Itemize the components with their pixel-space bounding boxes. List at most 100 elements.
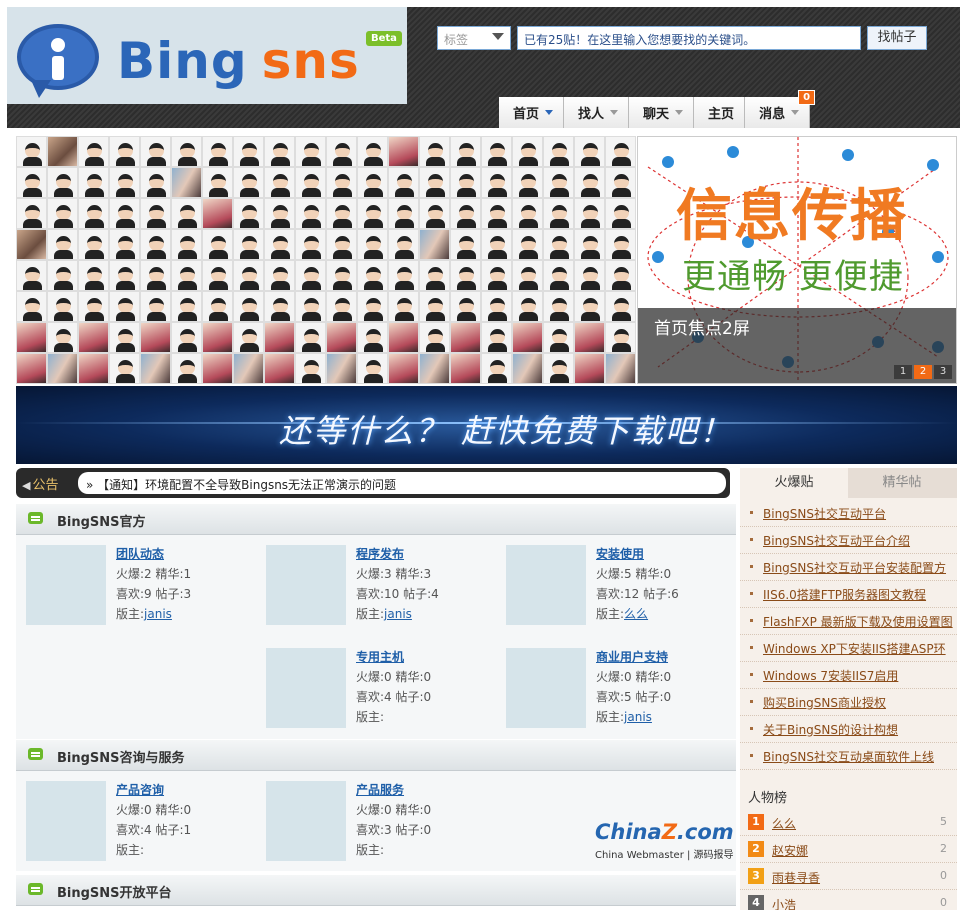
user-avatar[interactable] xyxy=(419,353,450,384)
user-avatar[interactable] xyxy=(326,260,357,291)
user-avatar[interactable] xyxy=(543,229,574,260)
user-avatar[interactable] xyxy=(109,167,140,198)
board[interactable]: 安装使用 火爆:5 精华:0 喜欢:12 帖子:6 版主:么么 xyxy=(496,535,726,625)
user-avatar[interactable] xyxy=(481,136,512,167)
user-avatar[interactable] xyxy=(543,167,574,198)
user-avatar[interactable] xyxy=(512,322,543,353)
user-avatar[interactable] xyxy=(574,167,605,198)
user-avatar[interactable] xyxy=(202,353,233,384)
user-avatar[interactable] xyxy=(605,136,636,167)
user-avatar[interactable] xyxy=(543,198,574,229)
user-avatar[interactable] xyxy=(264,322,295,353)
hot-post-link[interactable]: 购买BingSNS商业授权 xyxy=(763,694,886,711)
user-avatar[interactable] xyxy=(543,353,574,384)
user-avatar[interactable] xyxy=(171,353,202,384)
user-avatar[interactable] xyxy=(512,229,543,260)
hot-post-item[interactable]: 购买BingSNS商业授权 xyxy=(740,689,957,716)
user-avatar[interactable] xyxy=(47,260,78,291)
person-link[interactable]: 么么 xyxy=(772,815,796,832)
user-avatar[interactable] xyxy=(140,136,171,167)
user-avatar[interactable] xyxy=(450,291,481,322)
person-link[interactable]: 赵安娜 xyxy=(772,842,808,859)
user-avatar[interactable] xyxy=(357,136,388,167)
board-name[interactable]: 专用主机 xyxy=(356,648,404,665)
user-avatar[interactable] xyxy=(574,353,605,384)
board-name[interactable]: 团队动态 xyxy=(116,545,164,562)
user-avatar[interactable] xyxy=(357,291,388,322)
search-button[interactable]: 找帖子 xyxy=(867,26,927,50)
people-rank-item[interactable]: 4 小浩 0 xyxy=(740,890,957,910)
user-avatar[interactable] xyxy=(140,260,171,291)
user-avatar[interactable] xyxy=(512,198,543,229)
hot-post-item[interactable]: FlashFXP 最新版下载及使用设置图 xyxy=(740,608,957,635)
pager-2[interactable]: 2 xyxy=(914,365,932,379)
user-avatar[interactable] xyxy=(171,229,202,260)
user-avatar[interactable] xyxy=(233,136,264,167)
board-thumbnail[interactable] xyxy=(506,648,586,728)
hot-post-link[interactable]: BingSNS社交互动平台安装配置方 xyxy=(763,559,946,576)
user-avatar[interactable] xyxy=(202,229,233,260)
user-avatar[interactable] xyxy=(419,260,450,291)
pager-1[interactable]: 1 xyxy=(894,365,912,379)
user-avatar[interactable] xyxy=(605,353,636,384)
user-avatar[interactable] xyxy=(78,260,109,291)
user-avatar[interactable] xyxy=(78,322,109,353)
hot-post-link[interactable]: FlashFXP 最新版下载及使用设置图 xyxy=(763,613,953,630)
user-avatar[interactable] xyxy=(295,167,326,198)
user-avatar[interactable] xyxy=(295,291,326,322)
user-avatar[interactable] xyxy=(326,229,357,260)
user-avatar[interactable] xyxy=(16,322,47,353)
user-avatar[interactable] xyxy=(264,198,295,229)
board[interactable]: 产品服务 火爆:0 精华:0 喜欢:3 帖子:0 版主: xyxy=(256,771,486,861)
user-avatar[interactable] xyxy=(450,167,481,198)
user-avatar[interactable] xyxy=(78,229,109,260)
user-avatar[interactable] xyxy=(357,260,388,291)
board[interactable]: 程序发布 火爆:3 精华:3 喜欢:10 帖子:4 版主:janis xyxy=(256,535,486,625)
user-avatar[interactable] xyxy=(171,260,202,291)
user-avatar[interactable] xyxy=(233,291,264,322)
user-avatar[interactable] xyxy=(202,322,233,353)
download-banner[interactable]: 还等什么？ 赶快免费下载吧！ xyxy=(16,386,957,464)
hot-post-item[interactable]: BingSNS社交互动平台安装配置方 xyxy=(740,554,957,581)
user-avatar[interactable] xyxy=(419,291,450,322)
hot-post-item[interactable]: Windows XP下安装IIS搭建ASP环 xyxy=(740,635,957,662)
user-avatar[interactable] xyxy=(233,229,264,260)
user-avatar[interactable] xyxy=(109,229,140,260)
user-avatar[interactable] xyxy=(47,167,78,198)
user-avatar[interactable] xyxy=(78,167,109,198)
user-avatar[interactable] xyxy=(171,291,202,322)
user-avatar[interactable] xyxy=(388,260,419,291)
user-avatar[interactable] xyxy=(233,322,264,353)
board-name[interactable]: 产品服务 xyxy=(356,781,404,798)
person-link[interactable]: 雨巷寻香 xyxy=(772,869,820,886)
user-avatar[interactable] xyxy=(388,167,419,198)
board-thumbnail[interactable] xyxy=(506,545,586,625)
user-avatar[interactable] xyxy=(605,260,636,291)
user-avatar[interactable] xyxy=(326,322,357,353)
user-avatar[interactable] xyxy=(264,260,295,291)
logo[interactable]: Bing sns Beta xyxy=(7,7,407,104)
user-avatar[interactable] xyxy=(574,260,605,291)
person-link[interactable]: 小浩 xyxy=(772,896,796,910)
hot-post-link[interactable]: BingSNS社交互动桌面软件上线 xyxy=(763,748,934,765)
user-avatar[interactable] xyxy=(78,291,109,322)
user-avatar[interactable] xyxy=(295,353,326,384)
hot-post-item[interactable]: IIS6.0搭建FTP服务器图文教程 xyxy=(740,581,957,608)
user-avatar[interactable] xyxy=(326,167,357,198)
user-avatar[interactable] xyxy=(109,353,140,384)
nav-find-people[interactable]: 找人 xyxy=(564,97,630,128)
board-name[interactable]: 程序发布 xyxy=(356,545,404,562)
user-avatar[interactable] xyxy=(543,136,574,167)
user-avatar[interactable] xyxy=(109,291,140,322)
user-avatar[interactable] xyxy=(233,260,264,291)
user-avatar[interactable] xyxy=(419,229,450,260)
people-rank-item[interactable]: 1 么么 5 xyxy=(740,809,957,836)
user-avatar[interactable] xyxy=(171,322,202,353)
user-avatar[interactable] xyxy=(16,260,47,291)
user-avatar[interactable] xyxy=(264,353,295,384)
hot-post-item[interactable]: BingSNS社交互动桌面软件上线 xyxy=(740,743,957,770)
user-avatar[interactable] xyxy=(140,167,171,198)
tab-featured-posts[interactable]: 精华帖 xyxy=(848,468,956,498)
user-avatar[interactable] xyxy=(202,136,233,167)
user-avatar[interactable] xyxy=(357,198,388,229)
